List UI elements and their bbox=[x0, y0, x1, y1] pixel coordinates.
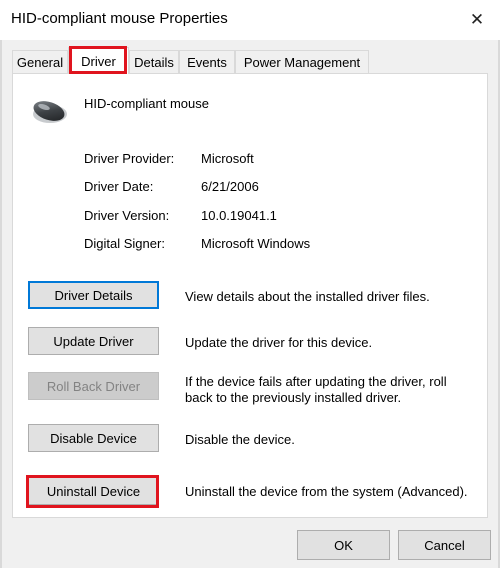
window-title: HID-compliant mouse Properties bbox=[11, 10, 228, 27]
driver-provider-value: Microsoft bbox=[201, 151, 254, 166]
driver-version-label: Driver Version: bbox=[84, 208, 170, 223]
digital-signer-label: Digital Signer: bbox=[84, 236, 165, 251]
cancel-button[interactable]: Cancel bbox=[398, 530, 491, 560]
disable-device-description: Disable the device. bbox=[185, 432, 295, 447]
tab-general[interactable]: General bbox=[12, 50, 68, 74]
title-bar: HID-compliant mouse Properties ✕ bbox=[0, 0, 500, 40]
driver-date-label: Driver Date: bbox=[84, 179, 154, 194]
digital-signer-value: Microsoft Windows bbox=[201, 236, 311, 251]
tab-power-management[interactable]: Power Management bbox=[235, 50, 369, 74]
tab-events[interactable]: Events bbox=[179, 50, 235, 74]
driver-date-value: 6/21/2006 bbox=[201, 179, 259, 194]
uninstall-device-button[interactable]: Uninstall Device bbox=[28, 477, 159, 505]
update-driver-button[interactable]: Update Driver bbox=[28, 327, 159, 355]
device-name: HID-compliant mouse bbox=[84, 96, 209, 111]
driver-version-value: 10.0.19041.1 bbox=[201, 208, 277, 223]
driver-details-description: View details about the installed driver … bbox=[185, 289, 430, 304]
close-button[interactable]: ✕ bbox=[454, 0, 500, 40]
uninstall-device-description: Uninstall the device from the system (Ad… bbox=[185, 484, 468, 499]
tab-driver[interactable]: Driver bbox=[68, 47, 129, 74]
window-border-left bbox=[0, 40, 2, 568]
close-icon: ✕ bbox=[469, 10, 485, 29]
roll-back-driver-button: Roll Back Driver bbox=[28, 372, 159, 400]
ok-button[interactable]: OK bbox=[297, 530, 390, 560]
update-driver-description: Update the driver for this device. bbox=[185, 335, 373, 350]
mouse-icon bbox=[33, 101, 67, 123]
roll-back-driver-description: If the device fails after updating the d… bbox=[185, 374, 447, 405]
driver-tab-panel: HID-compliant mouse Driver Provider: Mic… bbox=[12, 73, 488, 518]
driver-details-button[interactable]: Driver Details bbox=[28, 281, 159, 309]
driver-provider-label: Driver Provider: bbox=[84, 151, 175, 166]
tab-details[interactable]: Details bbox=[129, 50, 179, 74]
disable-device-button[interactable]: Disable Device bbox=[28, 424, 159, 452]
